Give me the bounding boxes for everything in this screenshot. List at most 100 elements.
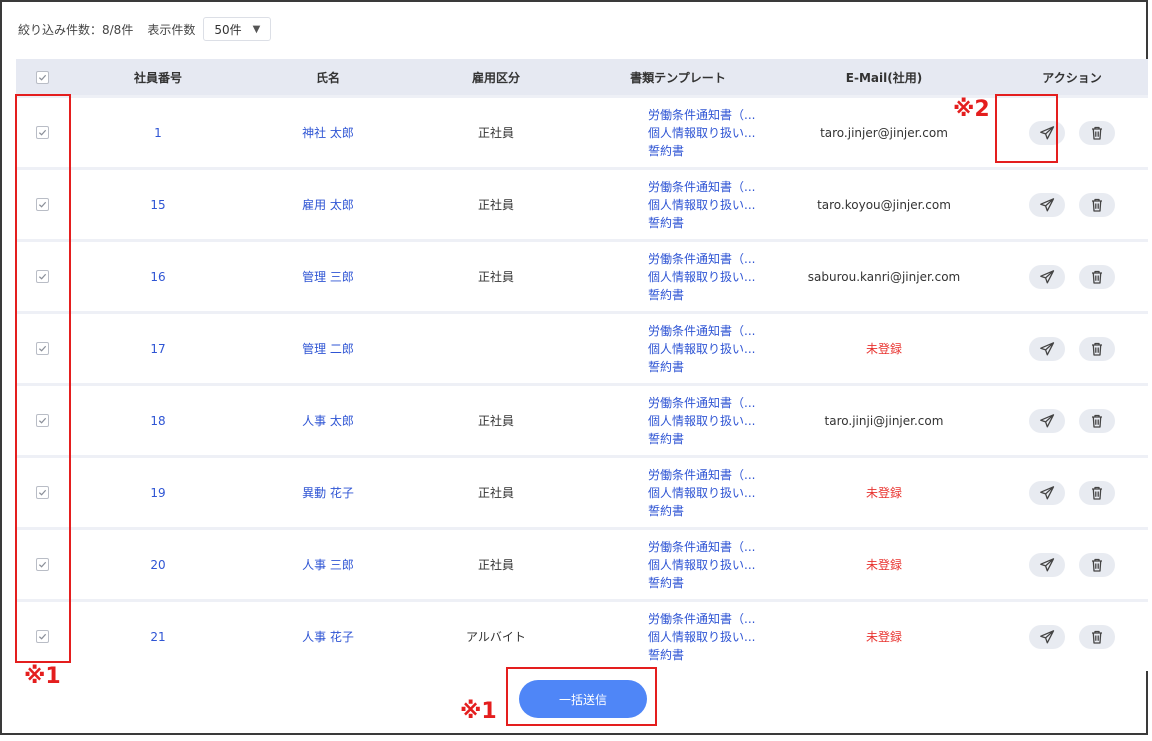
template-link[interactable]: 個人情報取り扱い... xyxy=(584,196,772,214)
trash-icon xyxy=(1092,558,1102,572)
table-row: 19 異動 花子 正社員 労働条件通知書（... 個人情報取り扱い... 誓約書 未… xyxy=(16,458,1148,527)
paper-plane-icon xyxy=(1040,629,1055,643)
select-all-checkbox[interactable] xyxy=(35,70,49,84)
send-button[interactable] xyxy=(1029,264,1065,289)
row-actions xyxy=(996,480,1148,505)
employee-id[interactable]: 15 xyxy=(68,198,248,212)
send-button[interactable] xyxy=(1029,480,1065,505)
template-link[interactable]: 個人情報取り扱い... xyxy=(584,124,772,142)
paper-plane-icon xyxy=(1040,413,1055,427)
template-link[interactable]: 労働条件通知書（... xyxy=(584,466,772,484)
template-link[interactable]: 誓約書 xyxy=(584,430,772,448)
document-templates: 労働条件通知書（... 個人情報取り扱い... 誓約書 xyxy=(584,322,772,376)
table-header: 社員番号 氏名 雇用区分 書類テンプレート E-Mail(社用) アクション xyxy=(16,59,1148,95)
template-link[interactable]: 個人情報取り扱い... xyxy=(584,484,772,502)
employee-email: saburou.kanri@jinjer.com xyxy=(807,269,961,284)
col-header-action: アクション xyxy=(1042,70,1102,85)
delete-button[interactable] xyxy=(1079,336,1115,361)
template-link[interactable]: 誓約書 xyxy=(584,574,772,592)
send-button[interactable] xyxy=(1029,336,1065,361)
list-toolbar: 絞り込み件数：8/8件 表示件数 50件 ▼ xyxy=(18,16,272,42)
delete-button[interactable] xyxy=(1079,192,1115,217)
caret-down-icon: ▼ xyxy=(252,23,261,35)
delete-button[interactable] xyxy=(1079,264,1115,289)
template-link[interactable]: 労働条件通知書（... xyxy=(584,322,772,340)
template-link[interactable]: 個人情報取り扱い... xyxy=(584,412,772,430)
employee-name[interactable]: 人事 三郎 xyxy=(248,556,408,573)
template-link[interactable]: 誓約書 xyxy=(584,214,772,232)
annotation-box-checkboxes xyxy=(15,94,71,663)
col-header-email[interactable]: E-Mail(社用) xyxy=(772,69,996,86)
employee-id[interactable]: 17 xyxy=(68,342,248,356)
template-link[interactable]: 個人情報取り扱い... xyxy=(584,340,772,358)
send-button[interactable] xyxy=(1029,552,1065,577)
employee-id[interactable]: 1 xyxy=(68,126,248,140)
employee-name[interactable]: 人事 太郎 xyxy=(248,412,408,429)
template-link[interactable]: 労働条件通知書（... xyxy=(584,106,772,124)
header-select-all[interactable] xyxy=(16,70,68,84)
template-link[interactable]: 個人情報取り扱い... xyxy=(584,628,772,646)
employee-id[interactable]: 21 xyxy=(68,630,248,644)
table-row: 20 人事 三郎 正社員 労働条件通知書（... 個人情報取り扱い... 誓約書 未… xyxy=(16,530,1148,599)
delete-button[interactable] xyxy=(1079,120,1115,145)
delete-button[interactable] xyxy=(1079,624,1115,649)
send-button[interactable] xyxy=(1029,192,1065,217)
employee-email: 未登録 xyxy=(865,342,902,356)
template-link[interactable]: 労働条件通知書（... xyxy=(584,610,772,628)
template-link[interactable]: 個人情報取り扱い... xyxy=(584,556,772,574)
template-link[interactable]: 誓約書 xyxy=(584,142,772,160)
template-link[interactable]: 誓約書 xyxy=(584,286,772,304)
table-row: 17 管理 二郎 労働条件通知書（... 個人情報取り扱い... 誓約書 未登録 xyxy=(16,314,1148,383)
employment-type: 正社員 xyxy=(477,126,514,140)
row-actions xyxy=(996,408,1148,433)
delete-button[interactable] xyxy=(1079,552,1115,577)
table-body: 1 神社 太郎 正社員 労働条件通知書（... 個人情報取り扱い... 誓約書 ta… xyxy=(16,98,1148,671)
employee-name[interactable]: 異動 花子 xyxy=(248,484,408,501)
employee-id[interactable]: 20 xyxy=(68,558,248,572)
employee-name[interactable]: 神社 太郎 xyxy=(248,124,408,141)
delete-button[interactable] xyxy=(1079,480,1115,505)
col-header-type[interactable]: 雇用区分 xyxy=(408,69,584,86)
annotation-mark-2: ※2 xyxy=(953,97,990,122)
send-button[interactable] xyxy=(1029,624,1065,649)
send-button[interactable] xyxy=(1029,408,1065,433)
template-link[interactable]: 誓約書 xyxy=(584,358,772,376)
paper-plane-icon xyxy=(1040,269,1055,283)
employee-id[interactable]: 19 xyxy=(68,486,248,500)
template-link[interactable]: 労働条件通知書（... xyxy=(584,178,772,196)
template-link[interactable]: 労働条件通知書（... xyxy=(584,394,772,412)
employee-name[interactable]: 管理 三郎 xyxy=(248,268,408,285)
employee-name[interactable]: 雇用 太郎 xyxy=(248,196,408,213)
table-row: 21 人事 花子 アルバイト 労働条件通知書（... 個人情報取り扱い... 誓約書… xyxy=(16,602,1148,671)
employee-id[interactable]: 18 xyxy=(68,414,248,428)
employee-name[interactable]: 人事 花子 xyxy=(248,628,408,645)
table-row: 18 人事 太郎 正社員 労働条件通知書（... 個人情報取り扱い... 誓約書 t… xyxy=(16,386,1148,455)
trash-icon xyxy=(1092,270,1102,284)
employee-name[interactable]: 管理 二郎 xyxy=(248,340,408,357)
paper-plane-icon xyxy=(1040,557,1055,571)
col-header-id[interactable]: 社員番号 xyxy=(68,69,248,86)
row-actions xyxy=(996,336,1148,361)
delete-button[interactable] xyxy=(1079,408,1115,433)
check-icon xyxy=(38,74,46,81)
row-actions xyxy=(996,192,1148,217)
employment-type: 正社員 xyxy=(477,198,514,212)
employee-id[interactable]: 16 xyxy=(68,270,248,284)
employee-email: taro.jinjer@jinjer.com xyxy=(820,125,948,140)
col-header-templates[interactable]: 書類テンプレート xyxy=(584,69,772,86)
paper-plane-icon xyxy=(1040,341,1055,355)
template-link[interactable]: 個人情報取り扱い... xyxy=(584,268,772,286)
trash-icon xyxy=(1092,342,1102,356)
col-header-name[interactable]: 氏名 xyxy=(248,69,408,86)
employee-email: 未登録 xyxy=(865,630,902,644)
template-link[interactable]: 誓約書 xyxy=(584,502,772,520)
row-actions xyxy=(996,264,1148,289)
template-link[interactable]: 労働条件通知書（... xyxy=(584,538,772,556)
per-page-select[interactable]: 50件 ▼ xyxy=(203,17,272,41)
template-link[interactable]: 労働条件通知書（... xyxy=(584,250,772,268)
annotation-mark-1-left: ※1 xyxy=(24,664,61,689)
table-row: 15 雇用 太郎 正社員 労働条件通知書（... 個人情報取り扱い... 誓約書 t… xyxy=(16,170,1148,239)
annotation-box-send xyxy=(995,94,1058,163)
template-link[interactable]: 誓約書 xyxy=(584,646,772,664)
employment-type: アルバイト xyxy=(466,630,526,644)
